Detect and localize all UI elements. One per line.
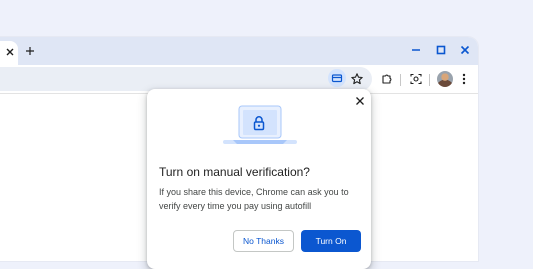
star-icon[interactable] (350, 72, 364, 86)
plus-icon[interactable] (24, 45, 36, 57)
card-icon-highlight[interactable] (328, 69, 346, 87)
tab-strip (0, 37, 478, 65)
no-thanks-button[interactable]: No Thanks (233, 230, 294, 252)
close-icon[interactable] (458, 43, 472, 57)
turn-on-button[interactable]: Turn On (301, 230, 361, 252)
omnibox[interactable] (0, 67, 372, 91)
dialog-body: If you share this device, Chrome can ask… (159, 187, 349, 211)
dialog-title: Turn on manual verification? (159, 165, 310, 179)
extensions-icon[interactable] (380, 72, 394, 86)
minimize-icon[interactable] (409, 43, 423, 57)
active-tab[interactable] (0, 41, 18, 65)
close-icon[interactable] (4, 46, 16, 58)
close-icon[interactable] (354, 95, 366, 107)
maximize-icon[interactable] (434, 43, 448, 57)
more-vert-icon[interactable] (457, 72, 471, 86)
screenshot-icon[interactable] (409, 72, 423, 86)
lock-icon (253, 116, 265, 131)
manual-verification-dialog: Turn on manual verification? If you shar… (147, 89, 371, 269)
toolbar-divider (400, 74, 401, 86)
card-icon (331, 74, 343, 83)
avatar[interactable] (437, 71, 453, 87)
toolbar-divider (429, 74, 430, 86)
